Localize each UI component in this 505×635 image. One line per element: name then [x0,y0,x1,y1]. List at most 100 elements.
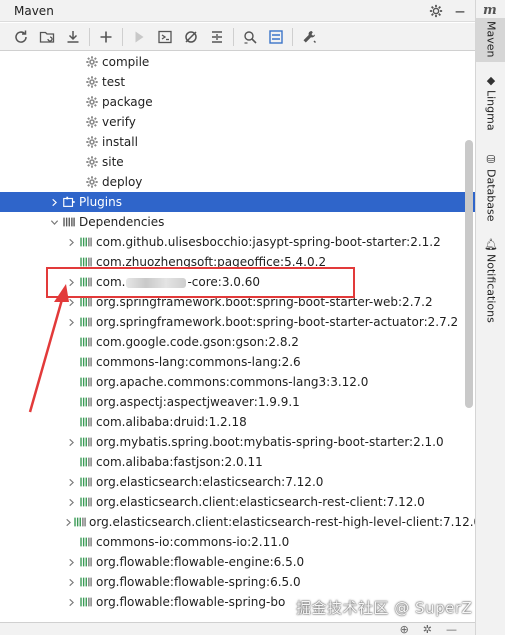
database-icon: ⛁ [486,153,496,166]
minimize-icon[interactable] [453,4,467,18]
chevron-right-icon[interactable] [64,475,78,489]
dependency-icon [78,434,94,450]
dependency-item[interactable]: com.google.code.gson:gson:2.8.2 [0,332,475,352]
toolbar-separator [89,27,90,46]
gear-icon [84,154,100,170]
dependency-item[interactable]: org.mybatis.spring.boot:mybatis-spring-b… [0,432,475,452]
toolbar-separator [233,27,234,46]
lifecycle-item[interactable]: site [0,152,475,172]
lifecycle-item-label: install [102,135,138,149]
chevron-right-icon[interactable] [64,555,78,569]
maven-logo-icon: m [483,3,497,18]
dependencies-icon [61,214,77,230]
dependency-label: org.flowable:flowable-spring-bo [96,595,286,609]
chevron-right-icon[interactable] [47,195,61,209]
gear-icon [84,114,100,130]
chevron-right-icon[interactable] [64,235,78,249]
minimize-icon[interactable]: — [446,623,457,635]
dependency-label: org.flowable:flowable-spring:6.5.0 [96,575,301,589]
bell-icon: 🔔︎ [484,238,498,251]
lingma-icon: ◆ [486,74,496,87]
chevron-right-icon[interactable] [64,315,78,329]
chevron-right-icon[interactable] [64,575,78,589]
maven-project-tree[interactable]: compile test package verify install site deplo… [0,52,475,625]
right-tool-strip: m Maven ◆ Lingma ⛁ Database 🔔︎ Notificat… [475,0,505,635]
add-icon[interactable] [93,25,119,49]
generate-sources-icon[interactable] [34,25,60,49]
lifecycle-item[interactable]: deploy [0,172,475,192]
dependency-label: org.elasticsearch.client:elasticsearch-r… [89,515,475,529]
tab-maven[interactable]: Maven [476,18,505,62]
toggle-offline-icon[interactable] [178,25,204,49]
dependency-item[interactable]: commons-io:commons-io:2.11.0 [0,532,475,552]
maven-toolbar [0,23,475,51]
dependency-icon [78,454,94,470]
tree-node-dependencies[interactable]: Dependencies [0,212,475,232]
dependency-item[interactable]: org.flowable:flowable-spring:6.5.0 [0,572,475,592]
plugins-icon [61,194,77,210]
reload-icon[interactable] [8,25,34,49]
dependency-label: com.github.ulisesbocchio:jasypt-spring-b… [96,235,441,249]
dependency-item[interactable]: org.elasticsearch.client:elasticsearch-r… [0,512,475,532]
lifecycle-item[interactable]: test [0,72,475,92]
dependency-label: commons-io:commons-io:2.11.0 [96,535,290,549]
lifecycle-item-label: compile [102,55,150,69]
toolbar-separator [292,27,293,46]
dependency-label: org.springframework.boot:spring-boot-sta… [96,315,459,329]
globe-icon[interactable]: ⊕ [400,623,409,635]
dependency-icon [78,494,94,510]
dependency-item[interactable]: org.aspectj:aspectjweaver:1.9.9.1 [0,392,475,412]
dependency-icon [78,474,94,490]
vertical-scrollbar[interactable] [465,140,473,408]
dependency-label: org.mybatis.spring.boot:mybatis-spring-b… [96,435,444,449]
execute-goal-icon[interactable] [152,25,178,49]
tool-window-header: Maven [0,0,475,22]
gear-icon [84,74,100,90]
lifecycle-item[interactable]: compile [0,52,475,72]
dependency-item[interactable]: com.github.ulisesbocchio:jasypt-spring-b… [0,232,475,252]
lifecycle-item[interactable]: install [0,132,475,152]
lifecycle-item[interactable]: package [0,92,475,112]
tab-notifications-label: Notifications [484,254,498,323]
dependency-icon [78,414,94,430]
dependency-item[interactable]: org.apache.commons:commons-lang3:3.12.0 [0,372,475,392]
chevron-right-icon[interactable] [64,435,78,449]
dependency-item[interactable]: com.alibaba:fastjson:2.0.11 [0,452,475,472]
analyze-dependencies-icon[interactable] [237,25,263,49]
dependency-icon [78,314,94,330]
dependency-item[interactable]: com.alibaba:druid:1.2.18 [0,412,475,432]
chevron-right-icon[interactable] [64,515,73,529]
watermark: 掘金技术社区 @ SuperZ [296,599,473,617]
tab-notifications[interactable]: 🔔︎ Notifications [476,238,505,334]
chevron-down-icon[interactable] [47,215,61,229]
dependency-icon [78,534,94,550]
dependency-label: org.elasticsearch:elasticsearch:7.12.0 [96,475,324,489]
tab-database[interactable]: ⛁ Database [476,153,505,225]
tab-lingma[interactable]: ◆ Lingma [476,74,505,142]
dependency-item[interactable]: org.flowable:flowable-engine:6.5.0 [0,552,475,572]
show-dependencies-icon[interactable] [263,25,289,49]
tree-node-plugins[interactable]: Plugins [0,192,475,212]
run-icon[interactable] [126,25,152,49]
dependency-item[interactable]: commons-lang:commons-lang:2.6 [0,352,475,372]
dependencies-label: Dependencies [79,215,165,229]
lifecycle-item[interactable]: verify [0,112,475,132]
skip-tests-icon[interactable] [204,25,230,49]
gear-icon[interactable] [429,4,443,18]
settings-wrench-icon[interactable] [296,25,322,49]
download-icon[interactable] [60,25,86,49]
chevron-right-icon[interactable] [64,595,78,609]
chevron-right-icon[interactable] [64,495,78,509]
dependency-item[interactable]: org.springframework.boot:spring-boot-sta… [0,312,475,332]
dependency-item[interactable]: org.elasticsearch.client:elasticsearch-r… [0,492,475,512]
gear-icon[interactable]: ✲ [423,623,432,635]
dependency-label: com.alibaba:druid:1.2.18 [96,415,247,429]
dependency-item[interactable]: org.elasticsearch:elasticsearch:7.12.0 [0,472,475,492]
gear-icon [84,54,100,70]
